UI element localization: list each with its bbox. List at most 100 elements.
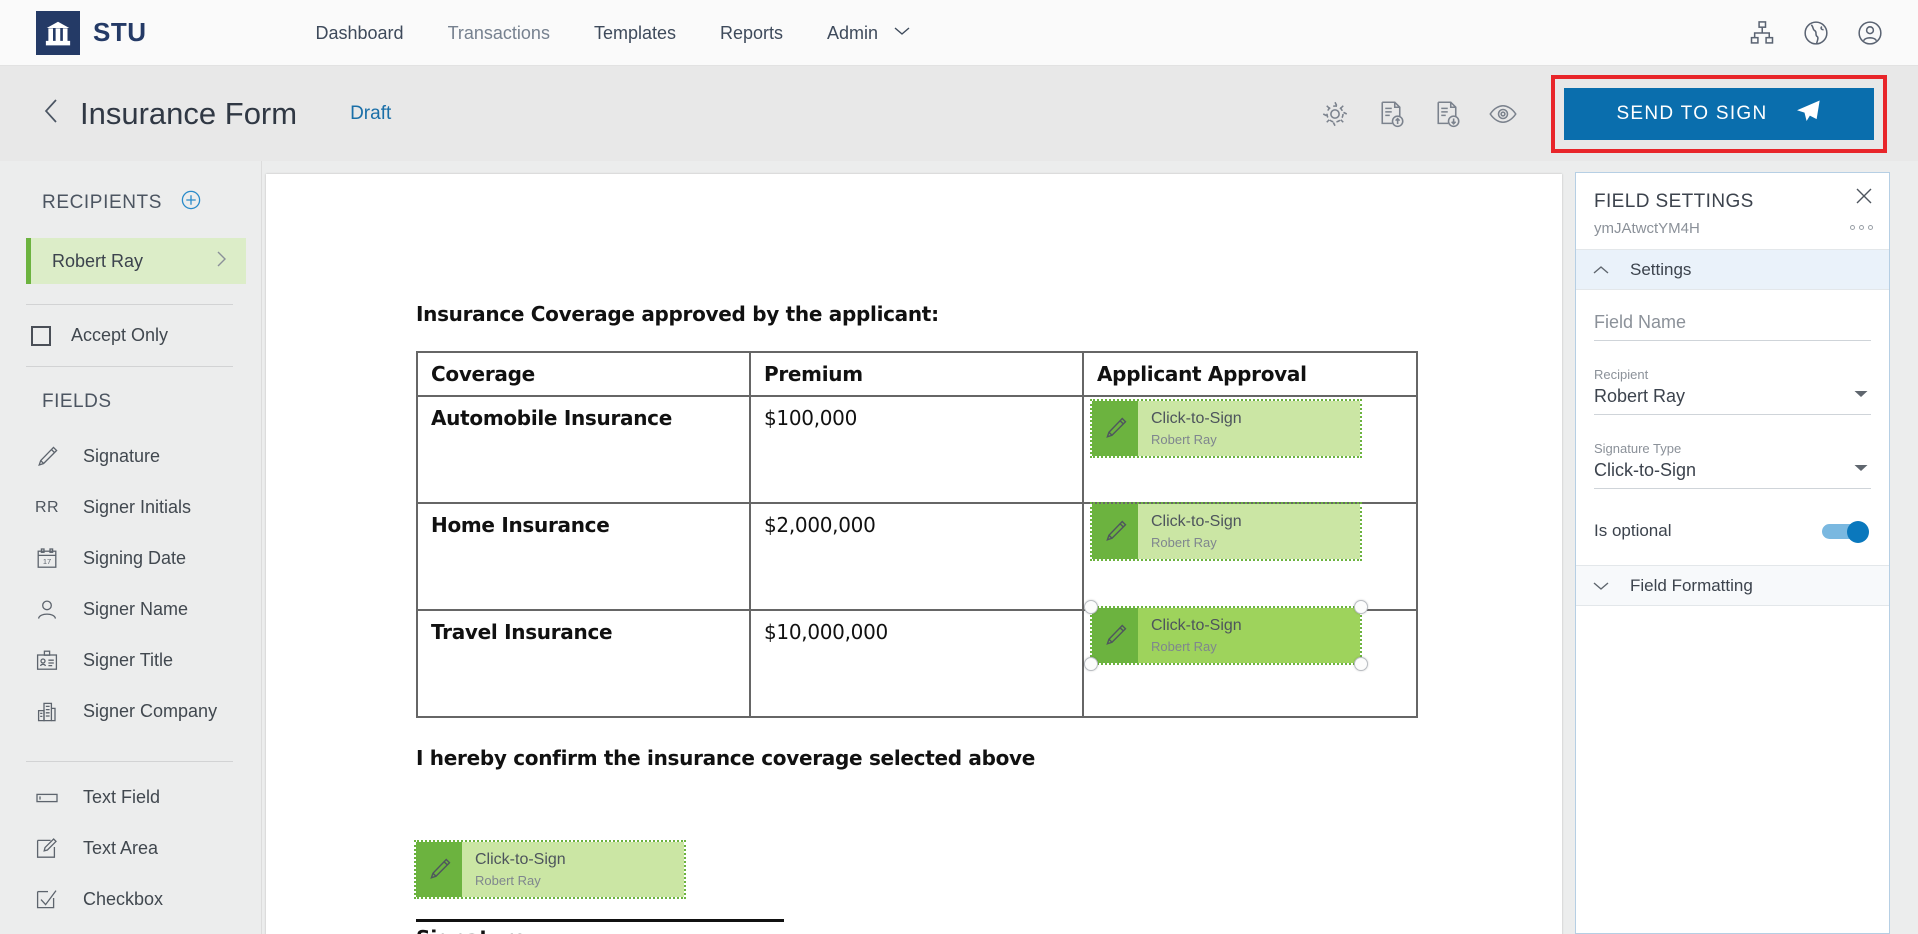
- accordion-field-formatting-label: Field Formatting: [1630, 575, 1753, 595]
- field-item-signer-title[interactable]: Signer Title: [0, 635, 261, 686]
- settings-gear-icon[interactable]: [1320, 99, 1350, 129]
- field-item-text-area[interactable]: Text Area: [0, 823, 261, 874]
- recipient-name: Robert Ray: [52, 250, 144, 271]
- accordion-settings[interactable]: Settings: [1576, 249, 1889, 290]
- resize-handle-bottom-left[interactable]: [1084, 657, 1098, 671]
- field-item-signer-initials[interactable]: RR Signer Initials: [0, 482, 261, 533]
- signature-field-text: Click-to-Sign Robert Ray: [1138, 608, 1242, 663]
- nav-link-admin-label: Admin: [827, 22, 879, 43]
- chevron-left-icon[interactable]: [40, 96, 62, 131]
- signature-type-label: Click-to-Sign: [1151, 617, 1242, 634]
- signature-type-select[interactable]: Click-to-Sign: [1594, 460, 1871, 489]
- nav-link-transactions[interactable]: Transactions: [426, 0, 572, 66]
- signature-field-text: Click-to-Sign Robert Ray: [1138, 401, 1242, 456]
- building-icon: [33, 698, 61, 726]
- cell-coverage: Travel Insurance: [416, 609, 751, 718]
- field-label: Signer Company: [83, 701, 218, 721]
- close-icon[interactable]: [1853, 185, 1875, 212]
- is-optional-toggle[interactable]: [1822, 520, 1869, 543]
- field-id: ymJAtwctYM4H: [1594, 220, 1700, 237]
- text-field-icon: [33, 784, 61, 812]
- field-item-signing-date[interactable]: 17 Signing Date: [0, 533, 261, 584]
- preview-eye-icon[interactable]: [1488, 99, 1518, 129]
- send-to-sign-button[interactable]: SEND TO SIGN: [1564, 87, 1874, 140]
- field-name-input[interactable]: Field Name: [1594, 312, 1871, 341]
- recipient-label: Recipient: [1594, 367, 1649, 382]
- signature-field-1[interactable]: Click-to-Sign Robert Ray: [1090, 399, 1362, 458]
- document-intro-text: Insurance Coverage approved by the appli…: [416, 302, 939, 326]
- field-item-signer-name[interactable]: Signer Name: [0, 584, 261, 635]
- nav-link-dashboard[interactable]: Dashboard: [294, 0, 426, 66]
- document-download-icon[interactable]: [1432, 99, 1462, 129]
- field-settings-title: FIELD SETTINGS: [1594, 191, 1754, 212]
- column-header-coverage: Coverage: [416, 351, 751, 397]
- accept-only-row[interactable]: Accept Only: [0, 305, 261, 346]
- resize-handle-top-left[interactable]: [1084, 600, 1098, 614]
- app-root: STU Dashboard Transactions Templates Rep…: [0, 0, 1918, 934]
- field-name-input-wrap: Field Name: [1594, 312, 1871, 341]
- field-settings-panel: FIELD SETTINGS ymJAtwctYM4H Settings Fie…: [1575, 172, 1890, 934]
- field-item-signature[interactable]: Signature: [0, 431, 261, 482]
- document-page: Insurance Coverage approved by the appli…: [266, 174, 1562, 934]
- user-account-icon[interactable]: [1856, 19, 1884, 47]
- chevron-down-icon[interactable]: [1853, 386, 1869, 404]
- recipient-select-wrap: Recipient Robert Ray: [1594, 367, 1871, 415]
- pen-icon: [33, 443, 61, 471]
- globe-icon[interactable]: [1802, 19, 1830, 47]
- paper-plane-icon: [1794, 97, 1822, 131]
- nav-link-admin[interactable]: Admin: [805, 0, 933, 66]
- document-confirm-text: I hereby confirm the insurance coverage …: [416, 746, 1036, 770]
- column-header-premium: Premium: [749, 351, 1084, 397]
- cell-premium: $2,000,000: [749, 502, 1084, 611]
- signature-field-2[interactable]: Click-to-Sign Robert Ray: [1090, 502, 1362, 561]
- signature-field-text: Click-to-Sign Robert Ray: [462, 842, 566, 897]
- status-badge: Draft: [350, 102, 392, 124]
- checkbox-icon: [33, 886, 61, 914]
- nav-right-icons: [1748, 19, 1884, 47]
- accordion-field-formatting[interactable]: Field Formatting: [1576, 565, 1889, 606]
- resize-handle-top-right[interactable]: [1354, 600, 1368, 614]
- chevron-down-icon[interactable]: [1853, 460, 1869, 478]
- pen-icon: [1092, 608, 1138, 663]
- recipients-label: RECIPIENTS: [42, 191, 163, 213]
- field-label: Signer Name: [83, 599, 189, 619]
- signature-field-3-selected[interactable]: Click-to-Sign Robert Ray: [1084, 600, 1368, 671]
- page-title: Insurance Form: [80, 95, 298, 131]
- initials-rr-icon: RR: [34, 498, 60, 516]
- nav-link-templates[interactable]: Templates: [572, 0, 698, 66]
- signature-field-4[interactable]: Click-to-Sign Robert Ray: [414, 840, 686, 899]
- toggle-knob: [1847, 520, 1869, 543]
- cell-coverage: Automobile Insurance: [416, 395, 751, 504]
- more-options-icon[interactable]: [1850, 225, 1873, 230]
- fields-list-group-2: Text Field Text Area Checkbox: [0, 772, 261, 925]
- accordion-settings-label: Settings: [1630, 259, 1692, 279]
- calendar-17-icon: 17: [33, 545, 61, 573]
- signature-caption: Signature: [416, 926, 527, 934]
- document-canvas[interactable]: Insurance Coverage approved by the appli…: [262, 161, 1570, 934]
- field-item-signer-company[interactable]: Signer Company: [0, 686, 261, 737]
- field-label: Signature: [83, 446, 161, 466]
- recipient-select[interactable]: Robert Ray: [1594, 386, 1871, 415]
- plus-circle-icon[interactable]: [180, 189, 202, 216]
- chevron-right-icon: [215, 249, 228, 274]
- signature-underline: [416, 919, 784, 922]
- field-settings-header: FIELD SETTINGS ymJAtwctYM4H: [1576, 173, 1889, 249]
- resize-handle-bottom-right[interactable]: [1354, 657, 1368, 671]
- pen-icon: [1092, 401, 1138, 456]
- brand-logo[interactable]: STU: [36, 10, 147, 55]
- sidebar-recipient-robert-ray[interactable]: Robert Ray: [26, 238, 246, 284]
- field-label: Signer Initials: [83, 497, 192, 517]
- nav-link-reports[interactable]: Reports: [698, 0, 805, 66]
- field-label: Text Area: [83, 838, 159, 858]
- field-item-checkbox[interactable]: Checkbox: [0, 874, 261, 925]
- chevron-up-icon: [1592, 264, 1612, 276]
- org-chart-icon[interactable]: [1748, 19, 1776, 47]
- accept-only-checkbox[interactable]: [31, 325, 51, 346]
- field-label: Signer Title: [83, 650, 174, 670]
- document-header: Insurance Form Draft SEND TO SIGN: [0, 66, 1918, 161]
- field-item-text-field[interactable]: Text Field: [0, 772, 261, 823]
- signature-recipient-label: Robert Ray: [1151, 535, 1217, 550]
- fields-label: FIELDS: [42, 391, 112, 412]
- document-upload-icon[interactable]: [1376, 99, 1406, 129]
- bank-columns-icon: [36, 10, 80, 55]
